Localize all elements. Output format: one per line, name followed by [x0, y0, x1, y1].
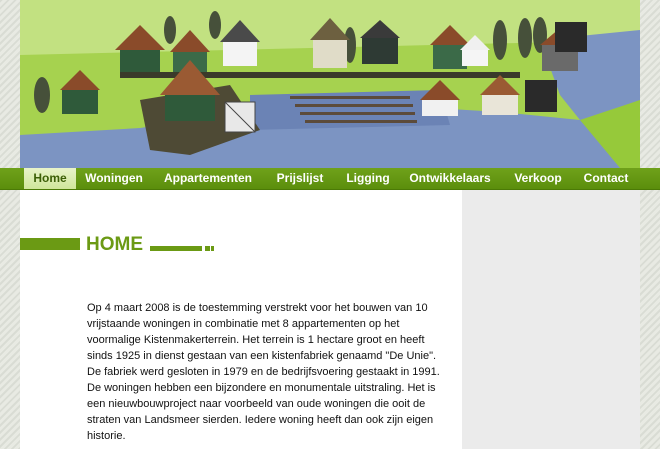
right-sidebar [462, 190, 640, 449]
background-pattern-right [640, 0, 660, 449]
heading-decoration-left [20, 238, 80, 250]
nav-item-ontwikkelaars[interactable]: Ontwikkelaars [406, 168, 494, 189]
nav-item-prijslijst[interactable]: Prijslijst [270, 168, 330, 189]
page-title: HOME [86, 234, 143, 255]
heading-decoration-right [150, 246, 202, 251]
main-content: HOME Op 4 maart 2008 is de toestemming v… [20, 190, 462, 449]
nav-item-home[interactable]: Home [24, 168, 76, 189]
nav-item-woningen[interactable]: Woningen [82, 168, 146, 189]
background-pattern-left [0, 0, 20, 449]
nav-item-ligging[interactable]: Ligging [342, 168, 394, 189]
main-navigation: Home Woningen Appartementen Prijslijst L… [0, 168, 660, 190]
heading-decoration-dot [211, 246, 214, 251]
header-village-illustration [20, 0, 640, 168]
nav-item-contact[interactable]: Contact [578, 168, 634, 189]
nav-item-appartementen[interactable]: Appartementen [160, 168, 256, 189]
intro-paragraph: Op 4 maart 2008 is de toestemming verstr… [87, 302, 440, 442]
heading-decoration-dot [205, 246, 210, 251]
nav-item-verkoop[interactable]: Verkoop [508, 168, 568, 189]
